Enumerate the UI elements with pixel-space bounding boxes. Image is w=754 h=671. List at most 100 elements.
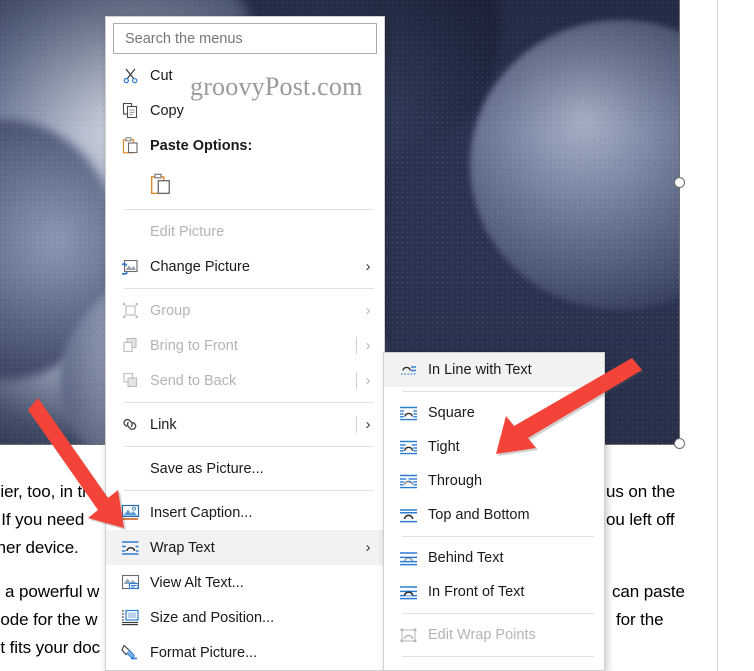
no-icon: [116, 459, 144, 479]
search-menus-input[interactable]: Search the menus: [113, 23, 377, 54]
resize-handle-right-middle[interactable]: [674, 177, 685, 188]
menu-item-label: Copy: [150, 102, 184, 119]
no-icon: [116, 222, 144, 242]
insert-caption-icon: [116, 503, 144, 523]
menu-item-label: Bring to Front: [150, 337, 238, 354]
menu-item-insert-caption[interactable]: Insert Caption...: [106, 495, 384, 530]
wrap-behind-icon: [394, 548, 422, 568]
wrap-inline-icon: [394, 360, 422, 380]
scissors-icon: [116, 66, 144, 86]
send-to-back-icon: [116, 371, 144, 391]
menu-item-paste-options: Paste Options:: [106, 128, 384, 163]
menu-separator: [124, 490, 374, 491]
menu-item-label: Send to Back: [150, 372, 237, 389]
menu-separator: [124, 446, 374, 447]
picture-context-menu[interactable]: Search the menus Cut Copy Paste Options:…: [105, 16, 385, 671]
wrap-tight-icon: [394, 437, 422, 457]
wrap-text-icon: [116, 538, 144, 558]
submenu-item-behind-text[interactable]: Behind Text: [384, 541, 604, 575]
resize-handle-right-bottom[interactable]: [674, 438, 685, 449]
menu-item-label: Change Picture: [150, 258, 250, 275]
menu-item-label: Size and Position...: [150, 609, 275, 626]
menu-separator: [124, 288, 374, 289]
submenu-item-in-line-with-text[interactable]: In Line with Text: [384, 353, 604, 387]
menu-separator: [124, 209, 374, 210]
clipboard-icon: [116, 136, 144, 156]
doc-line-right-4: for the: [616, 610, 664, 629]
menu-item-link[interactable]: Link ›: [106, 407, 384, 442]
chevron-right-icon: ›: [365, 302, 371, 319]
doc-line-right-3: can paste: [612, 582, 685, 601]
doc-line-right-2: ou left off: [606, 510, 675, 529]
menu-item-label: Insert Caption...: [150, 504, 253, 521]
submenu-separator: [402, 391, 594, 392]
submenu-item-label: In Line with Text: [428, 362, 532, 378]
screenshot-root: sier, too, in the . If you need ther dev…: [0, 0, 754, 671]
menu-item-label: Save as Picture...: [150, 460, 264, 477]
wrap-text-submenu[interactable]: In Line with Text Square Tight Through T…: [383, 352, 605, 671]
change-picture-icon: [116, 257, 144, 277]
menu-item-label: Edit Picture: [150, 223, 225, 240]
submenu-item-label: Tight: [428, 439, 460, 455]
submenu-item-label: Square: [428, 405, 475, 421]
group-icon: [116, 301, 144, 321]
menu-item-format-picture[interactable]: Format Picture...: [106, 635, 384, 670]
menu-item-send-to-back: Send to Back ›: [106, 363, 384, 398]
alt-text-icon: [116, 573, 144, 593]
submenu-item-in-front-of-text[interactable]: In Front of Text: [384, 575, 604, 609]
search-menus-wrapper: Search the menus: [106, 17, 384, 58]
paste-keep-formatting-icon[interactable]: [150, 173, 172, 195]
menu-item-size-and-position[interactable]: Size and Position...: [106, 600, 384, 635]
submenu-item-label: Behind Text: [428, 550, 504, 566]
chevron-right-icon: ›: [365, 258, 371, 275]
submenu-separator: [402, 536, 594, 537]
chevron-right-icon: ›: [365, 372, 371, 389]
menu-item-view-alt-text[interactable]: View Alt Text...: [106, 565, 384, 600]
menu-item-label: Wrap Text: [150, 539, 215, 556]
copy-icon: [116, 101, 144, 121]
bring-to-front-icon: [116, 336, 144, 356]
paste-options-row: [106, 163, 384, 205]
menu-item-edit-picture: Edit Picture: [106, 214, 384, 249]
doc-line-right-1: us on the: [606, 482, 676, 501]
wrap-square-icon: [394, 403, 422, 423]
edit-wrap-points-icon: [394, 625, 422, 645]
submenu-item-edit-wrap-points: Edit Wrap Points: [384, 618, 604, 652]
chevron-right-icon: ›: [365, 337, 371, 354]
submenu-separator: [402, 613, 594, 614]
menu-item-bring-to-front: Bring to Front ›: [106, 328, 384, 363]
menu-separator: [124, 402, 374, 403]
doc-line-left-4: s a powerful w: [0, 582, 100, 601]
wrap-top-bottom-icon: [394, 505, 422, 525]
search-menus-placeholder: Search the menus: [125, 30, 243, 47]
doc-line-left-1: sier, too, in the: [0, 482, 101, 501]
submenu-item-top-and-bottom[interactable]: Top and Bottom: [384, 498, 604, 532]
submenu-item-tight[interactable]: Tight: [384, 430, 604, 464]
menu-item-label: Paste Options:: [150, 137, 253, 154]
submenu-item-square[interactable]: Square: [384, 396, 604, 430]
chevron-right-icon: ›: [365, 539, 371, 556]
menu-item-change-picture[interactable]: Change Picture ›: [106, 249, 384, 284]
menu-item-label: Group: [150, 302, 191, 319]
submenu-item-through[interactable]: Through: [384, 464, 604, 498]
chevron-right-icon: ›: [365, 416, 371, 433]
wrap-through-icon: [394, 471, 422, 491]
document-page-margin: [717, 0, 754, 671]
doc-line-left-2: . If you need: [0, 510, 85, 529]
menu-chevron-divider: [356, 372, 357, 389]
menu-chevron-divider: [356, 337, 357, 354]
menu-item-save-as-picture[interactable]: Save as Picture...: [106, 451, 384, 486]
submenu-item-label: Top and Bottom: [428, 507, 530, 523]
submenu-item-move-with-text: Move with Text: [384, 661, 604, 671]
menu-item-label: View Alt Text...: [150, 574, 244, 591]
format-picture-icon: [116, 643, 144, 663]
submenu-item-label: Through: [428, 473, 483, 489]
doc-line-left-6: st fits your doc: [0, 638, 100, 657]
menu-chevron-divider: [356, 416, 357, 433]
wrap-in-front-icon: [394, 582, 422, 602]
menu-item-label: Link: [150, 416, 177, 433]
menu-item-group: Group ›: [106, 293, 384, 328]
doc-line-left-3: ther device.: [0, 538, 79, 557]
link-icon: [116, 415, 144, 435]
menu-item-wrap-text[interactable]: Wrap Text ›: [106, 530, 384, 565]
